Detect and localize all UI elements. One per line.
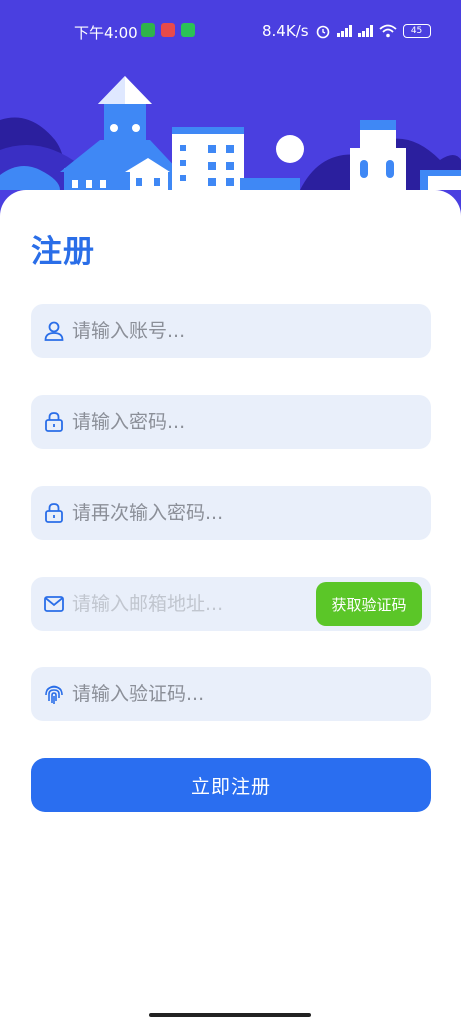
lock-icon	[45, 412, 63, 432]
email-field[interactable]: 获取验证码	[31, 577, 431, 631]
status-time: 下午4:00	[74, 24, 138, 42]
lock-icon	[45, 503, 63, 523]
app-notification-icon	[161, 23, 175, 37]
mail-icon	[44, 596, 64, 612]
notification-icons	[141, 23, 195, 37]
wechat-icon	[181, 23, 195, 37]
page-title: 注册	[31, 234, 95, 270]
user-icon	[44, 321, 64, 341]
network-speed: 8.4K/s	[262, 22, 309, 40]
email-input[interactable]	[72, 577, 342, 631]
account-input[interactable]	[72, 304, 342, 358]
confirm-password-field[interactable]	[31, 486, 431, 540]
home-indicator[interactable]	[149, 1013, 311, 1017]
confirm-password-input[interactable]	[72, 486, 342, 540]
get-code-button[interactable]: 获取验证码	[316, 582, 422, 626]
app-notification-icon	[141, 23, 155, 37]
fingerprint-icon	[45, 685, 63, 704]
code-input[interactable]	[72, 667, 342, 721]
account-field[interactable]	[31, 304, 431, 358]
wifi-icon	[378, 24, 397, 38]
password-input[interactable]	[72, 395, 342, 449]
signal-icon	[357, 25, 373, 37]
alarm-icon	[316, 25, 329, 39]
signal-icon	[336, 25, 352, 37]
status-right: 8.4K/s 45	[262, 22, 431, 40]
register-button[interactable]: 立即注册	[31, 758, 431, 812]
status-bar: 下午4:00 8.4K/s 45	[0, 0, 461, 64]
password-field[interactable]	[31, 395, 431, 449]
code-field[interactable]	[31, 667, 431, 721]
battery-icon: 45	[402, 24, 431, 38]
